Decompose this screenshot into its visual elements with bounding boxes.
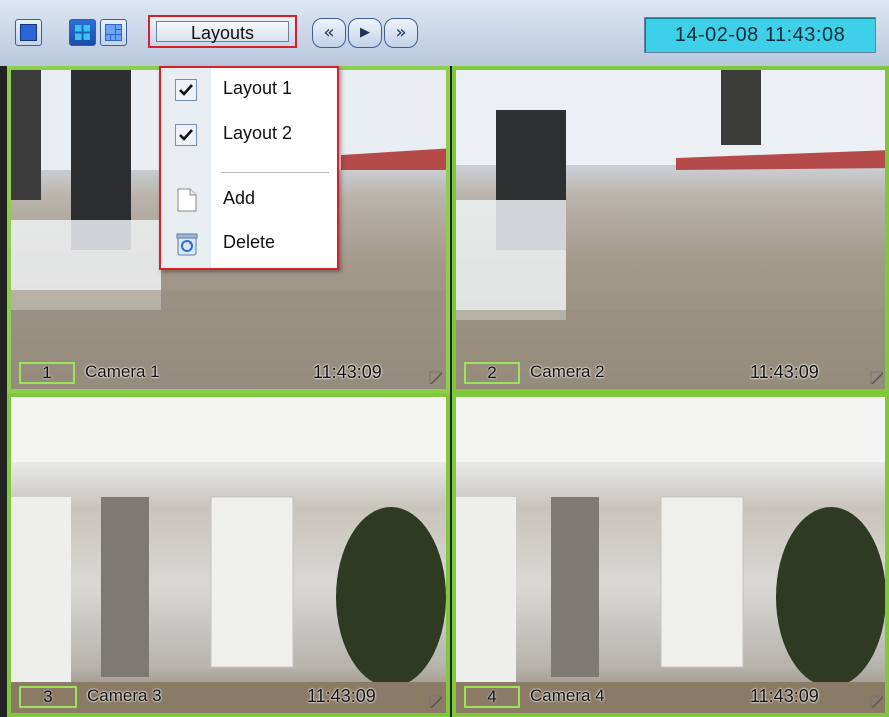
delete-icon (176, 233, 198, 256)
camera-name: Camera 3 (87, 686, 162, 705)
resize-corner-icon[interactable] (429, 371, 443, 385)
camera-timestamp: 11:43:09 (307, 686, 376, 706)
camera-view-3[interactable]: 3 Camera 3 11:43:09 (7, 393, 450, 717)
single-view-icon (20, 24, 37, 41)
menu-item-layout-2[interactable]: Layout 2 (161, 117, 337, 153)
menu-item-label: Delete (223, 232, 276, 252)
grid-2x2-view-button[interactable] (69, 19, 96, 46)
camera-timestamp: 11:43:09 (313, 362, 382, 382)
camera-name: Camera 1 (85, 362, 160, 381)
camera-number-badge: 4 (464, 686, 520, 708)
menu-item-label: Layout 2 (223, 123, 293, 143)
menu-item-label: Layout 1 (223, 78, 293, 98)
grid-3x3-icon (105, 24, 122, 41)
camera-view-4[interactable]: 4 Camera 4 11:43:09 (452, 393, 889, 717)
camera-2-scene (456, 70, 885, 389)
grid-2x2-icon (75, 25, 90, 40)
camera-grid: 1 Camera 1 11:43:09 2 Camera 2 11:43:09 … (0, 66, 889, 717)
datetime-display: 14-02-08 11:43:08 (644, 17, 876, 53)
play-button[interactable]: ▶ (348, 18, 382, 48)
camera-timestamp: 11:43:09 (750, 362, 819, 382)
previous-layout-button[interactable]: « (312, 18, 346, 48)
checkmark-icon (175, 79, 197, 101)
checkmark-icon (175, 124, 197, 146)
menu-item-label: Add (223, 188, 256, 208)
new-document-icon (177, 188, 197, 212)
next-layout-button[interactable]: » (384, 18, 418, 48)
toolbar: Layouts « ▶ » 14-02-08 11:43:08 (0, 0, 889, 67)
layouts-button-label: Layouts (156, 21, 289, 43)
single-view-button[interactable] (15, 19, 42, 46)
resize-corner-icon[interactable] (429, 695, 443, 709)
resize-corner-icon[interactable] (870, 371, 884, 385)
menu-separator (221, 172, 329, 173)
layouts-menu: Layout 1 Layout 2 Add Delete (159, 66, 339, 270)
grid-multi-view-button[interactable] (100, 19, 127, 46)
menu-item-layout-1[interactable]: Layout 1 (161, 72, 337, 108)
camera-4-scene (456, 397, 885, 713)
camera-number-badge: 1 (19, 362, 75, 384)
camera-name: Camera 2 (530, 362, 605, 381)
camera-3-scene (11, 397, 446, 713)
menu-item-add[interactable]: Add (161, 182, 337, 218)
resize-corner-icon[interactable] (870, 695, 884, 709)
layouts-button[interactable]: Layouts (148, 15, 297, 48)
camera-number-badge: 2 (464, 362, 520, 384)
camera-name: Camera 4 (530, 686, 605, 705)
camera-view-2[interactable]: 2 Camera 2 11:43:09 (452, 66, 889, 393)
menu-item-delete[interactable]: Delete (161, 226, 337, 262)
camera-number-badge: 3 (19, 686, 77, 708)
camera-timestamp: 11:43:09 (750, 686, 819, 706)
